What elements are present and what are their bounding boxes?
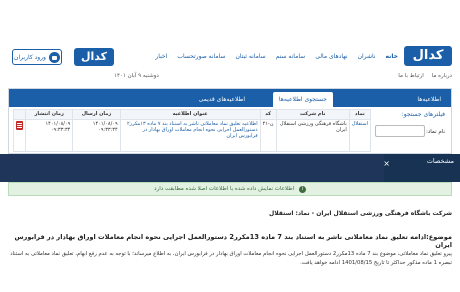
col-publish-time[interactable]: زمان انتشار — [25, 109, 74, 120]
col-title[interactable]: عنوان اطلاعیه — [119, 109, 261, 120]
nav-item-sanam[interactable]: سامانه سنم — [276, 53, 306, 60]
login-button[interactable]: ورود کاربران — [12, 49, 62, 65]
nav-item-home[interactable]: خانه — [386, 53, 398, 60]
table-header-row: نماد نام شرکت کد عنوان اطلاعیه زمان ارسا… — [12, 109, 372, 120]
col-symbol[interactable]: نماد — [348, 109, 372, 120]
row-title[interactable]: اطلاعیه تعلیق نماد معاملاتی ناشر به استن… — [119, 119, 261, 152]
details-header-bar: مشخصات × — [0, 154, 460, 182]
sub-navigation: درباره ما ارتباط با ما — [398, 73, 452, 79]
subnav-contact[interactable]: ارتباط با ما — [398, 73, 423, 79]
nav-item-invoices[interactable]: سامانه صورتحساب — [177, 53, 225, 60]
col-company[interactable]: نام شرکت — [275, 109, 350, 120]
panel-tabbar: اطلاعیه‌ها جستجوی اطلاعیه‌ها اطلاعیه‌های… — [9, 89, 451, 107]
row-company: باشگاه فرهنگی ورزشی استقلال ایران — [275, 119, 350, 152]
filter-title: فیلترهای جستجو: — [401, 111, 445, 118]
tab-search-announcements[interactable]: جستجوی اطلاعیه‌ها — [272, 92, 333, 107]
col-sent-time[interactable]: زمان ارسال — [72, 109, 121, 120]
lock-icon — [48, 51, 60, 63]
close-icon[interactable]: × — [383, 159, 390, 168]
col-code[interactable]: کد — [259, 109, 277, 120]
nav-item-news[interactable]: اخبار — [155, 53, 167, 60]
col-attachment — [12, 109, 27, 120]
alert-text: اطلاعات نمایش داده شده با اطلاعات اصلا ش… — [154, 186, 295, 192]
announcements-table: نماد نام شرکت کد عنوان اطلاعیه زمان ارسا… — [12, 109, 372, 152]
filter-symbol-select[interactable] — [375, 125, 425, 137]
table-row[interactable]: استقلال باشگاه فرهنگی ورزشی استقلال ایرا… — [12, 119, 372, 152]
main-navigation: خانه ناشران نهادهای مالی سامانه سنم ساما… — [155, 53, 398, 60]
search-panel: اطلاعیه‌ها جستجوی اطلاعیه‌ها اطلاعیه‌های… — [8, 88, 452, 154]
current-date: دوشنبه ۹ آبان ۱۴۰۱ — [114, 73, 159, 79]
company-title: شرکت باشگاه فرهنگی ورزشی استقلال ایران -… — [268, 210, 452, 217]
announcement-subject: موضوع:ادامه تعلیق نماد معاملاتی ناشر به … — [14, 233, 452, 249]
row-attachment[interactable] — [12, 119, 27, 152]
site-header: كدال خانه ناشران نهادهای مالی سامانه سنم… — [0, 0, 460, 88]
row-sent-time: ۱۴۰۱/۰۸/۰۹ ۰۹:۳۳:۳۴ — [72, 119, 121, 152]
info-icon: i — [298, 186, 306, 193]
tab-announcements[interactable]: اطلاعیه‌ها — [411, 92, 447, 107]
nav-item-financial-institutions[interactable]: نهادهای مالی — [315, 53, 347, 60]
pdf-icon[interactable] — [16, 121, 24, 130]
announcement-body: پیرو تعلیق نماد معاملاتی، موضوع بند 7 ما… — [10, 251, 452, 266]
row-symbol[interactable]: استقلال — [348, 119, 372, 152]
subnav-about[interactable]: درباره ما — [432, 73, 452, 79]
filter-symbol-label: نام نماد: — [425, 129, 445, 135]
codal-logo-secondary[interactable]: كدال — [74, 48, 114, 66]
codal-logo[interactable]: كدال — [404, 46, 452, 66]
row-publish-time: ۱۴۰۱/۰۸/۰۹ ۰۹:۳۳:۳۴ — [25, 119, 74, 152]
row-code: ن-۴۱ — [259, 119, 277, 152]
login-label: ورود کاربران — [14, 53, 46, 61]
verification-alert: i اطلاعات نمایش داده شده با اطلاعات اصلا… — [8, 182, 452, 196]
nav-item-sabtan[interactable]: سامانه ثبتان — [235, 53, 265, 60]
nav-item-publishers[interactable]: ناشران — [358, 53, 376, 60]
tab-old-announcements[interactable]: اطلاعیه‌های قدیمی — [193, 92, 251, 107]
details-badge: مشخصات — [384, 154, 460, 182]
